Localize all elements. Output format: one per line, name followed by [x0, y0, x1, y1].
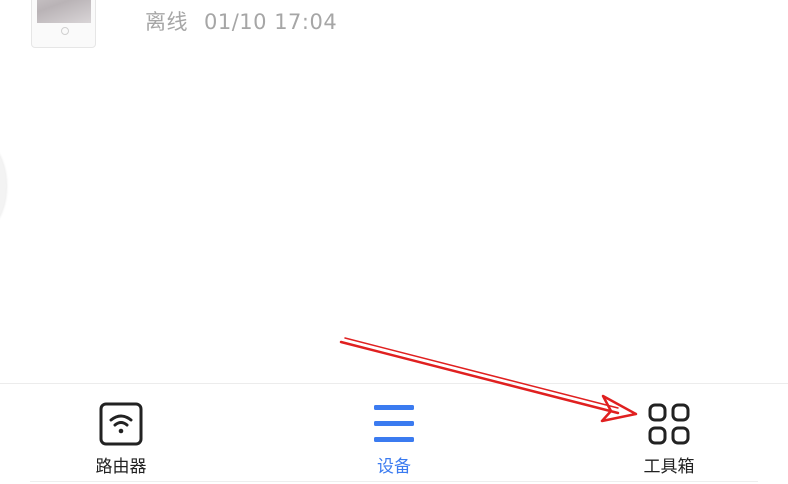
floating-edge-button[interactable]: [0, 140, 6, 232]
tab-router[interactable]: 路由器: [66, 402, 176, 480]
device-screen-image: [37, 0, 91, 23]
home-indicator-line: [30, 481, 758, 482]
menu-lines-icon: [374, 405, 414, 442]
device-home-button-icon: [61, 27, 69, 35]
tab-toolbox[interactable]: 工具箱: [614, 402, 724, 480]
tab-device[interactable]: 设备: [339, 402, 449, 480]
device-status-text: 离线: [145, 10, 188, 34]
tab-router-label: 路由器: [95, 457, 147, 477]
tab-toolbox-label: 工具箱: [643, 457, 695, 477]
device-list-item[interactable]: 离线 01/10 17:04: [0, 0, 788, 60]
bottom-tab-bar: 路由器 设备 工具箱: [0, 383, 788, 484]
grid-apps-icon: [648, 403, 690, 445]
device-status-line: 离线 01/10 17:04: [145, 6, 337, 36]
router-wifi-icon: [99, 402, 143, 446]
tab-device-label: 设备: [377, 457, 411, 477]
app-screen: 离线 01/10 17:04 路由器 设备 工具箱: [0, 0, 788, 484]
device-thumbnail: [31, 0, 96, 48]
device-last-seen: 01/10 17:04: [204, 10, 338, 34]
